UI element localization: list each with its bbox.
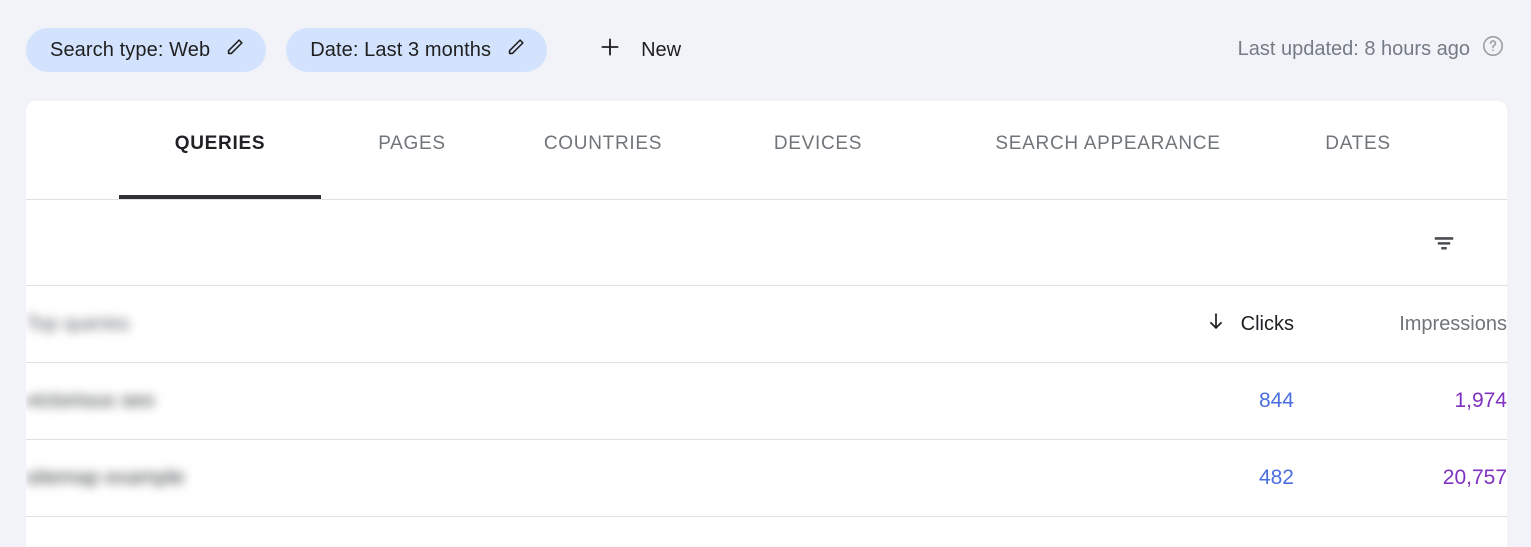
- filter-bar: Search type: Web Date: Last 3 months New…: [0, 0, 1531, 101]
- add-new-filter-button[interactable]: New: [583, 28, 695, 72]
- column-header-clicks-label: Clicks: [1240, 312, 1294, 335]
- filter-chip-group: Search type: Web Date: Last 3 months New: [26, 28, 695, 72]
- last-updated-label: Last updated: 8 hours ago: [1237, 37, 1470, 60]
- cell-impressions: 1,974: [1294, 362, 1507, 440]
- table-row[interactable]: sitemap example 482 20,757: [26, 439, 1507, 517]
- cell-query: victorious seo: [26, 362, 1106, 440]
- tab-search-appearance-label: SEARCH APPEARANCE: [995, 133, 1221, 154]
- column-header-clicks[interactable]: Clicks: [1106, 286, 1294, 363]
- pencil-icon[interactable]: [224, 36, 246, 64]
- tab-dates[interactable]: DATES: [1283, 101, 1433, 199]
- column-header-top-queries-label: Top queries: [26, 312, 130, 335]
- table-header-row: Top queries Clicks Impressions: [26, 286, 1507, 363]
- chip-date-range-label: Date: Last 3 months: [310, 39, 492, 61]
- table-row[interactable]: victorious seo 844 1,974: [26, 362, 1507, 440]
- chip-date-range[interactable]: Date: Last 3 months: [286, 28, 548, 72]
- arrow-down-icon: [1205, 310, 1227, 338]
- pencil-icon[interactable]: [505, 36, 527, 64]
- cell-query-text: sitemap example: [26, 466, 185, 489]
- tab-search-appearance[interactable]: SEARCH APPEARANCE: [933, 101, 1283, 199]
- column-header-impressions[interactable]: Impressions: [1294, 286, 1507, 363]
- chip-search-type-label: Search type: Web: [50, 39, 211, 61]
- tab-pages[interactable]: PAGES: [341, 101, 483, 199]
- tab-dates-label: DATES: [1325, 133, 1391, 154]
- cell-query-text: victorious seo: [26, 389, 155, 412]
- queries-table: Top queries Clicks Impressions victoriou…: [26, 286, 1507, 517]
- column-header-top-queries[interactable]: Top queries: [26, 286, 1106, 363]
- chip-search-type[interactable]: Search type: Web: [26, 28, 267, 72]
- last-updated-status: Last updated: 8 hours ago: [1238, 34, 1505, 64]
- performance-card: QUERIES PAGES COUNTRIES DEVICES SEARCH A…: [26, 101, 1507, 547]
- table-toolbar: [26, 200, 1507, 286]
- tab-queries[interactable]: QUERIES: [119, 101, 321, 199]
- cell-query: sitemap example: [26, 439, 1106, 517]
- tab-queries-label: QUERIES: [174, 133, 266, 154]
- tab-pages-label: PAGES: [378, 133, 446, 154]
- help-circle-icon[interactable]: [1481, 34, 1505, 64]
- filter-list-icon[interactable]: [1425, 224, 1463, 262]
- dimension-tab-bar: QUERIES PAGES COUNTRIES DEVICES SEARCH A…: [26, 101, 1507, 200]
- column-header-impressions-label: Impressions: [1399, 312, 1507, 335]
- cell-clicks: 482: [1106, 439, 1294, 517]
- tab-countries[interactable]: COUNTRIES: [503, 101, 703, 199]
- plus-icon: [597, 34, 623, 66]
- tab-devices[interactable]: DEVICES: [723, 101, 913, 199]
- cell-impressions: 20,757: [1294, 439, 1507, 517]
- add-new-filter-label: New: [641, 38, 682, 61]
- cell-clicks: 844: [1106, 362, 1294, 440]
- tab-countries-label: COUNTRIES: [543, 133, 663, 154]
- tab-devices-label: DEVICES: [773, 133, 863, 154]
